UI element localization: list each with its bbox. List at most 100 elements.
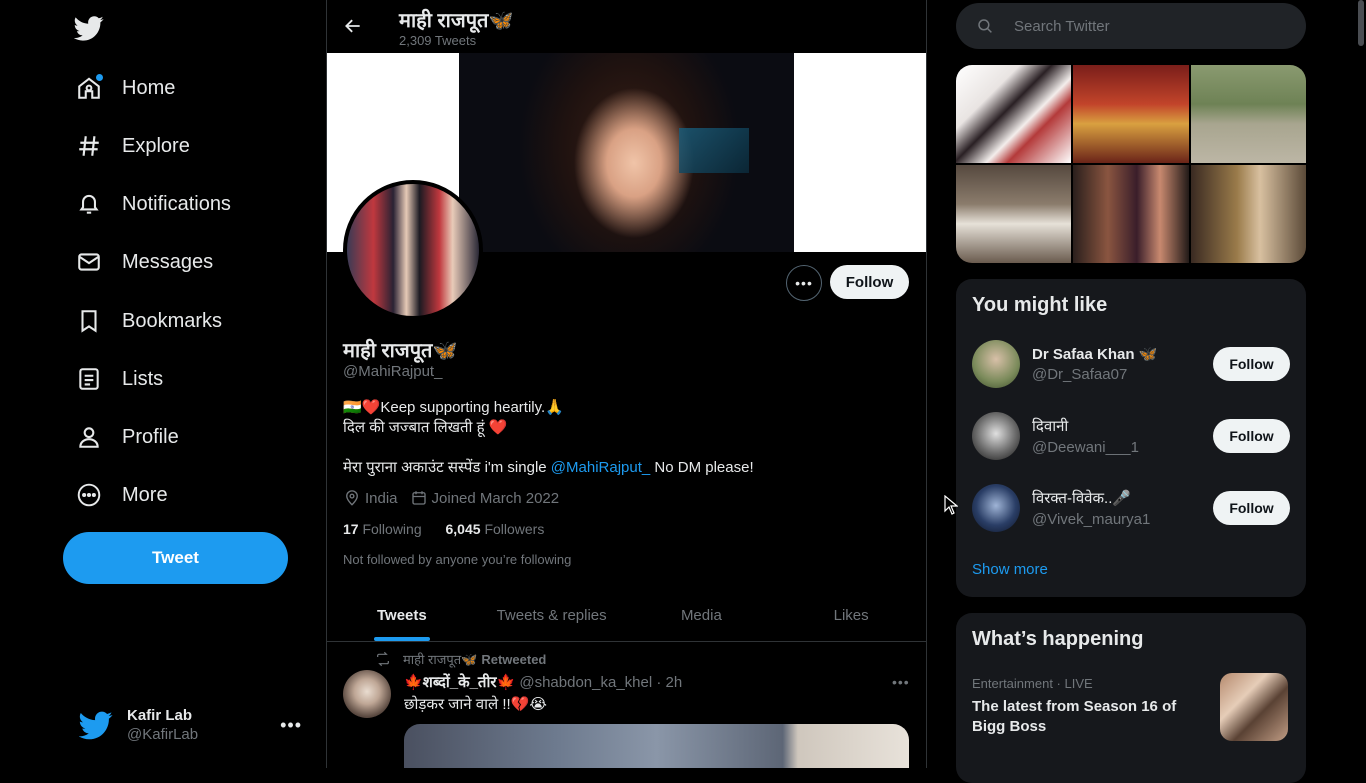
bell-icon bbox=[76, 191, 102, 217]
media-thumbnail[interactable] bbox=[1073, 65, 1189, 163]
tweet-more-icon[interactable]: ••• bbox=[892, 674, 910, 690]
search-box[interactable]: Search Twitter bbox=[956, 3, 1306, 49]
suggested-user-handle: @Dr_Safaa07 bbox=[1032, 366, 1128, 383]
profile-follow-button[interactable]: Follow bbox=[830, 265, 909, 299]
bio-mention-link[interactable]: @MahiRajput_ bbox=[551, 459, 650, 476]
suggested-user-name: विरक्त-विवेक..🎤 bbox=[1032, 490, 1132, 507]
nav-label-notifications: Notifications bbox=[122, 192, 231, 215]
profile-header-bar: माही राजपूत🦋 2,309 Tweets bbox=[327, 0, 926, 53]
nav-label-home: Home bbox=[122, 76, 176, 99]
account-avatar-bird-icon bbox=[76, 705, 116, 745]
search-input[interactable]: Search Twitter bbox=[1014, 18, 1110, 35]
suggested-user-handle: @Deewani___1 bbox=[1032, 439, 1139, 456]
tweet-author-name[interactable]: 🍁शब्दों_के_तीर🍁 bbox=[404, 674, 515, 691]
profile-joined: Joined March 2022 bbox=[431, 489, 560, 507]
profile-media-grid bbox=[956, 65, 1306, 263]
tweet-button[interactable]: Tweet bbox=[63, 532, 288, 584]
left-navigation: Home Explore Notifications Messages Book… bbox=[0, 0, 326, 768]
scrollbar[interactable] bbox=[1358, 0, 1364, 46]
profile-avatar[interactable] bbox=[343, 180, 483, 320]
tab-likes[interactable]: Likes bbox=[776, 589, 926, 641]
bio-line-2: दिल की जज्बात लिखती हूं ❤️ bbox=[343, 419, 508, 436]
search-icon bbox=[978, 19, 992, 33]
trend-meta: Entertainment · LIVE bbox=[972, 676, 1093, 691]
media-thumbnail[interactable] bbox=[956, 65, 1072, 163]
followers-link[interactable]: 6,045 Followers bbox=[446, 521, 545, 537]
notification-dot bbox=[96, 74, 103, 81]
suggested-user-avatar bbox=[972, 484, 1020, 532]
trend-title[interactable]: The latest from Season 16 of Bigg Boss bbox=[972, 697, 1202, 737]
retweeted-label: Retweeted bbox=[481, 651, 547, 667]
following-count: 17 bbox=[343, 521, 359, 537]
tweet-media[interactable] bbox=[404, 724, 909, 768]
profile-more-button[interactable]: ••• bbox=[786, 265, 822, 301]
suggested-user[interactable]: विरक्त-विवेक..🎤 @Vivek_maurya1 Follow bbox=[972, 476, 1290, 540]
whats-happening-card: What’s happening Entertainment · LIVE Th… bbox=[956, 613, 1306, 783]
bio-line-3-suffix: No DM please! bbox=[650, 459, 754, 476]
nav-item-messages[interactable]: Messages bbox=[62, 237, 227, 287]
followers-count: 6,045 bbox=[445, 521, 481, 537]
tweet-author-avatar[interactable] bbox=[343, 670, 391, 718]
suggested-follow-button[interactable]: Follow bbox=[1213, 347, 1290, 381]
media-thumbnail[interactable] bbox=[1190, 65, 1306, 163]
envelope-icon bbox=[76, 249, 102, 275]
tab-tweets[interactable]: Tweets bbox=[327, 589, 477, 641]
bio-line-3-text: मेरा पुराना अकाउंट सस्पेंड i'm single bbox=[343, 459, 551, 476]
nav-label-profile: Profile bbox=[122, 425, 179, 448]
back-arrow-icon[interactable] bbox=[343, 16, 363, 36]
retweeted-by[interactable]: माही राजपूत🦋 bbox=[403, 650, 477, 668]
tweet-item[interactable]: माही राजपूत🦋 Retweeted 🍁शब्दों_के_तीर🍁 @s… bbox=[327, 642, 926, 768]
not-followed-note: Not followed by anyone you’re following bbox=[343, 552, 572, 567]
tweet-text: छोड़कर जाने वाले !!💔😭 bbox=[404, 696, 547, 713]
suggested-user[interactable]: दिवानी @Deewani___1 Follow bbox=[972, 404, 1290, 468]
nav-item-explore[interactable]: Explore bbox=[62, 121, 204, 171]
show-more-link[interactable]: Show more bbox=[972, 561, 1048, 578]
location-icon bbox=[346, 490, 358, 506]
account-handle: @KafirLab bbox=[127, 726, 199, 743]
profile-name: माही राजपूत🦋 bbox=[343, 340, 458, 362]
profile-tabs: Tweets Tweets & replies Media Likes bbox=[327, 589, 926, 642]
media-thumbnail[interactable] bbox=[1190, 165, 1306, 263]
suggested-user[interactable]: Dr Safaa Khan 🦋 @Dr_Safaa07 Follow bbox=[972, 332, 1290, 396]
followers-label: Followers bbox=[484, 521, 545, 537]
nav-item-home[interactable]: Home bbox=[62, 63, 189, 113]
header-profile-name: माही राजपूत🦋 bbox=[399, 10, 514, 32]
suggested-user-avatar bbox=[972, 340, 1020, 388]
profile-column: माही राजपूत🦋 2,309 Tweets ••• Follow माह… bbox=[326, 0, 927, 768]
media-thumbnail[interactable] bbox=[956, 165, 1072, 263]
calendar-icon bbox=[411, 491, 426, 505]
nav-item-lists[interactable]: Lists bbox=[62, 354, 177, 404]
account-switcher[interactable]: Kafir Lab @KafirLab ••• bbox=[66, 697, 316, 753]
suggested-user-avatar bbox=[972, 412, 1020, 460]
nav-label-more: More bbox=[122, 483, 168, 506]
hashtag-icon bbox=[76, 133, 102, 159]
profile-handle: @MahiRajput_ bbox=[343, 363, 443, 380]
following-link[interactable]: 17 Following bbox=[343, 521, 422, 537]
twitter-logo-icon[interactable] bbox=[73, 13, 104, 43]
retweet-context: माही राजपूत🦋 Retweeted bbox=[375, 650, 546, 668]
nav-item-notifications[interactable]: Notifications bbox=[62, 179, 245, 229]
you-might-like-title: You might like bbox=[972, 294, 1108, 316]
tab-tweets-replies[interactable]: Tweets & replies bbox=[477, 589, 627, 641]
suggested-follow-button[interactable]: Follow bbox=[1213, 419, 1290, 453]
suggested-follow-button[interactable]: Follow bbox=[1213, 491, 1290, 525]
bookmark-icon bbox=[76, 308, 102, 334]
nav-item-profile[interactable]: Profile bbox=[62, 412, 193, 462]
header-tweet-count: 2,309 Tweets bbox=[399, 33, 477, 48]
nav-label-lists: Lists bbox=[122, 367, 164, 390]
bio-line-3: मेरा पुराना अकाउंट सस्पेंड i'm single @M… bbox=[343, 458, 903, 478]
profile-location: India bbox=[365, 489, 398, 507]
tab-media[interactable]: Media bbox=[627, 589, 777, 641]
nav-item-bookmarks[interactable]: Bookmarks bbox=[62, 296, 236, 346]
profile-stats: 17 Following 6,045 Followers bbox=[343, 521, 564, 537]
tweet-time[interactable]: · 2h bbox=[656, 674, 682, 691]
retweet-icon bbox=[377, 651, 389, 667]
trend-image[interactable] bbox=[1220, 673, 1288, 741]
list-icon bbox=[76, 366, 102, 392]
whats-happening-title: What’s happening bbox=[972, 628, 1144, 650]
suggested-user-handle: @Vivek_maurya1 bbox=[1032, 511, 1151, 528]
nav-item-more[interactable]: More bbox=[62, 470, 182, 520]
account-more-icon[interactable]: ••• bbox=[280, 715, 302, 736]
tweet-author-handle[interactable]: @shabdon_ka_khel bbox=[519, 674, 652, 691]
media-thumbnail[interactable] bbox=[1073, 165, 1189, 263]
